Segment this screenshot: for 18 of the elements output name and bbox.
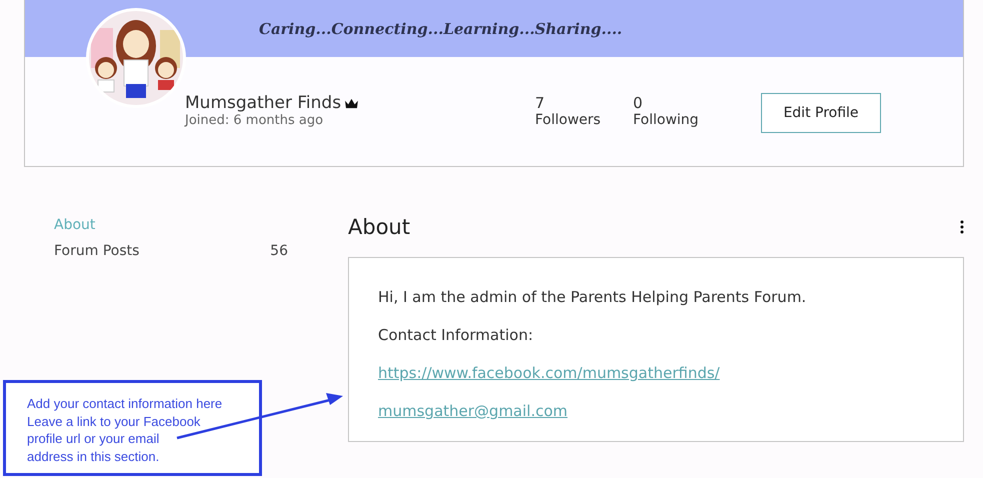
annotation-text: profile url or your email [27,430,160,448]
annotation-text: Add your contact information here [27,395,224,412]
annotation-text: Leave a link to your Facebook [27,412,202,430]
crown-icon [344,98,360,108]
stat-label[interactable]: Followers [535,112,601,129]
stat-value: 7 [535,95,545,112]
profile-name: Mumsgather Finds [185,93,342,113]
section-title: About [348,215,410,239]
about-text: Contact Information: [378,325,534,346]
more-options-icon[interactable] [960,220,964,234]
edit-profile-button[interactable]: Edit Profile [761,93,881,133]
about-text: Hi, I am the admin of the Parents Helping Parents Forum. [378,287,806,308]
joined-date: Joined: 6 months ago [185,113,324,128]
stat-label[interactable]: Following [633,112,699,129]
annotation-text: address in this section. [27,448,160,465]
stat-value: 0 [633,95,643,112]
sidebar-item[interactable]: Forum Posts 56 [54,243,288,259]
banner-tagline: Caring...Connecting...Learning...Sharing.... [259,20,622,38]
